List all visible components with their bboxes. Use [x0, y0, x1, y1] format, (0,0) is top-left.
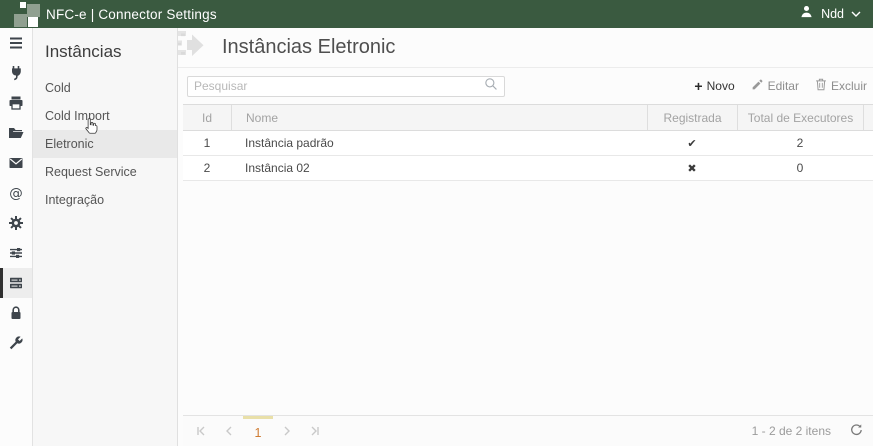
rail-item-tools[interactable]	[0, 328, 32, 358]
svg-text:@: @	[9, 186, 23, 202]
sidebar: Instâncias Cold Cold Import Eletronic Re…	[33, 28, 178, 446]
cell-filler	[863, 156, 873, 180]
app-window: NFC-e | Connector Settings Ndd	[0, 0, 873, 446]
prev-page-icon	[224, 424, 234, 439]
search-box	[187, 76, 505, 97]
sliders-icon	[8, 245, 24, 261]
new-button-label: Novo	[707, 79, 735, 93]
table-row[interactable]: 1 Instância padrão ✔ 2	[183, 131, 873, 156]
user-name: Ndd	[821, 7, 844, 21]
cell-id: 2	[183, 156, 231, 180]
data-grid: Id Nome Registrada Total de Executores 1…	[183, 104, 873, 181]
rail-item-printer[interactable]	[0, 88, 32, 118]
grid-header: Id Nome Registrada Total de Executores	[183, 104, 873, 131]
grid-empty-area	[178, 181, 873, 415]
lock-icon	[8, 305, 24, 321]
column-header-executores[interactable]: Total de Executores	[737, 105, 863, 130]
next-page-icon	[282, 424, 292, 439]
sidebar-title: Instâncias	[33, 28, 177, 74]
user-menu[interactable]: Ndd	[799, 4, 861, 24]
sidebar-item-eletronic[interactable]: Eletronic	[33, 130, 177, 158]
edit-button-label: Editar	[768, 79, 799, 93]
icon-rail: @	[0, 28, 33, 446]
rail-item-instances[interactable]	[0, 268, 32, 298]
server-stack-icon	[8, 275, 24, 291]
first-page-button[interactable]	[187, 416, 215, 446]
at-sign-icon: @	[8, 185, 24, 201]
app-title: NFC-e | Connector Settings	[46, 7, 217, 22]
rail-item-security[interactable]	[0, 298, 32, 328]
toolbar: + Novo Editar Excluir	[178, 74, 873, 98]
search-icon[interactable]	[484, 77, 498, 96]
folder-open-icon	[8, 125, 24, 141]
edit-button[interactable]: Editar	[751, 78, 799, 94]
column-header-nome[interactable]: Nome	[231, 105, 647, 130]
column-header-id[interactable]: Id	[183, 105, 231, 130]
main-content: Instâncias Eletronic + Novo	[178, 28, 873, 446]
sidebar-item-cold[interactable]: Cold	[33, 74, 177, 102]
rail-item-folder[interactable]	[0, 118, 32, 148]
pager-info: 1 - 2 de 2 itens	[752, 424, 831, 438]
next-page-button[interactable]	[273, 416, 301, 446]
last-page-icon	[310, 424, 320, 439]
rail-item-at[interactable]: @	[0, 178, 32, 208]
delete-button[interactable]: Excluir	[815, 78, 867, 94]
cell-id: 1	[183, 131, 231, 155]
table-row[interactable]: 2 Instância 02 ✖ 0	[183, 156, 873, 181]
cell-nome: Instância 02	[231, 156, 647, 180]
rail-item-mail[interactable]	[0, 148, 32, 178]
pager: 1 1 - 2 de 2 itens	[183, 415, 873, 446]
wrench-icon	[8, 335, 24, 351]
edit-pencil-icon	[751, 78, 764, 94]
page-title: Instâncias Eletronic	[222, 36, 395, 59]
not-registered-x-icon: ✖	[647, 156, 737, 180]
last-page-button[interactable]	[301, 416, 329, 446]
printer-icon	[8, 95, 24, 111]
prev-page-button[interactable]	[215, 416, 243, 446]
chevron-down-icon	[851, 5, 861, 23]
registered-check-icon: ✔	[647, 131, 737, 155]
rail-item-sliders[interactable]	[0, 238, 32, 268]
app-body: @ Instâncias Cold Cold Import Eletroni	[0, 28, 873, 446]
first-page-icon	[196, 424, 206, 439]
page-header: Instâncias Eletronic	[178, 28, 873, 68]
trash-icon	[815, 78, 827, 94]
cell-filler	[863, 131, 873, 155]
cell-executores: 0	[737, 156, 863, 180]
plug-icon	[8, 65, 24, 81]
gear-icon	[8, 215, 24, 231]
sidebar-item-integracao[interactable]: Integração	[33, 186, 177, 214]
sidebar-item-cold-import[interactable]: Cold Import	[33, 102, 177, 130]
refresh-button[interactable]	[849, 423, 863, 440]
ndd-logo	[6, 1, 40, 27]
column-header-registrada[interactable]: Registrada	[647, 105, 737, 130]
cell-executores: 2	[737, 131, 863, 155]
pager-right: 1 - 2 de 2 itens	[752, 416, 863, 446]
plus-icon: +	[694, 79, 702, 93]
menu-icon	[8, 35, 24, 51]
new-button[interactable]: + Novo	[694, 79, 734, 93]
current-page-button[interactable]: 1	[243, 416, 273, 446]
toolbar-buttons: + Novo Editar Excluir	[694, 78, 867, 94]
rail-item-plug[interactable]	[0, 58, 32, 88]
sidebar-item-request-service[interactable]: Request Service	[33, 158, 177, 186]
cell-nome: Instância padrão	[231, 131, 647, 155]
delete-button-label: Excluir	[831, 79, 867, 93]
instances-stack-icon	[178, 28, 214, 67]
rail-item-menu[interactable]	[0, 28, 32, 58]
topbar: NFC-e | Connector Settings Ndd	[0, 0, 873, 28]
search-input[interactable]	[194, 79, 484, 93]
column-header-filler	[863, 105, 873, 130]
envelope-icon	[8, 155, 24, 171]
rail-item-settings[interactable]	[0, 208, 32, 238]
refresh-icon	[849, 423, 863, 440]
user-icon	[799, 4, 814, 24]
